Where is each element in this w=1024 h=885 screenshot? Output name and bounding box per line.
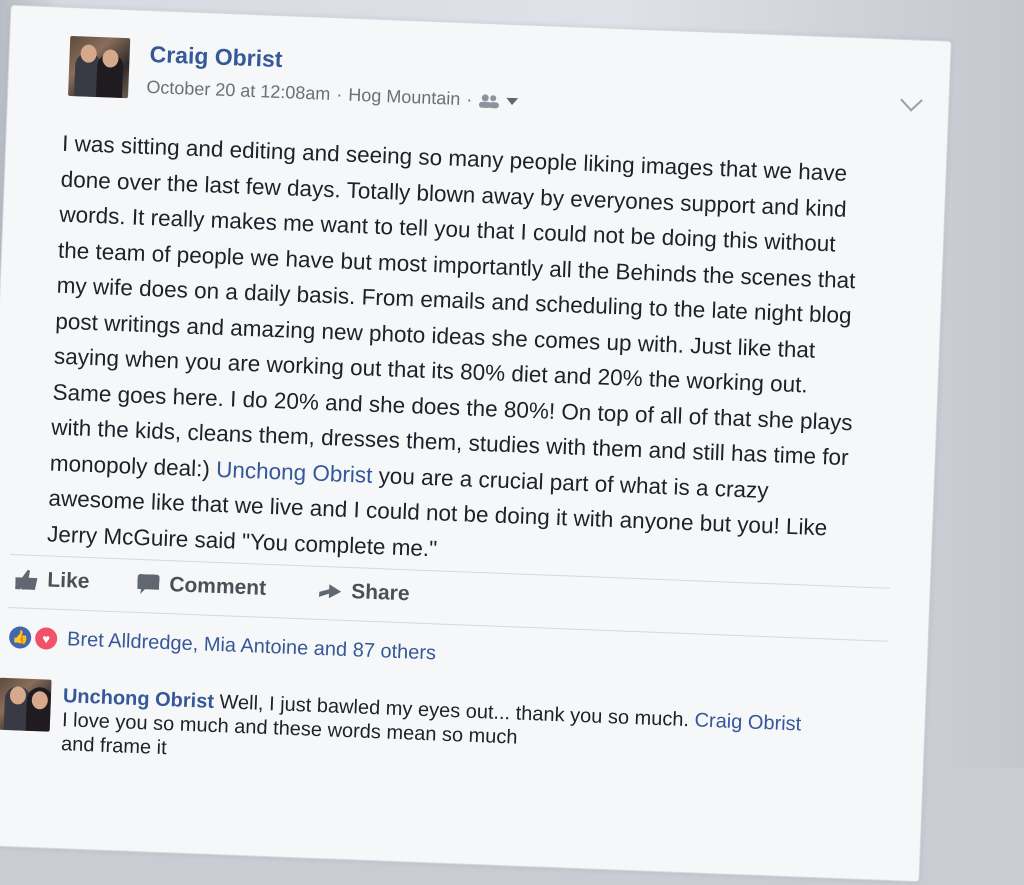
post-meta: October 20 at 12:08am · Hog Mountain · <box>146 77 519 112</box>
like-reaction-icon: 👍 <box>6 623 34 651</box>
comment-icon <box>137 574 160 595</box>
share-button[interactable]: Share <box>319 579 410 606</box>
dropdown-caret-icon[interactable] <box>506 97 519 105</box>
love-reaction-icon: ♥ <box>32 624 60 652</box>
post-card: Craig Obrist October 20 at 12:08am · Hog… <box>0 4 952 883</box>
post-body: I was sitting and editing and seeing so … <box>47 126 903 584</box>
chevron-down-icon[interactable] <box>900 88 923 112</box>
feed-stage: Craig Obrist October 20 at 12:08am · Hog… <box>0 0 1024 883</box>
audience-friends-icon[interactable] <box>478 92 501 109</box>
mention-link[interactable]: Unchong Obrist <box>216 456 373 487</box>
post-text-fragment: monopoly deal:) <box>49 449 217 482</box>
meta-separator: · <box>336 84 343 105</box>
share-icon <box>319 581 342 602</box>
comment-label: Comment <box>168 573 267 600</box>
reactions-summary[interactable]: Bret Alldredge, Mia Antoine and 87 other… <box>67 628 437 665</box>
author-avatar[interactable] <box>68 35 131 99</box>
share-label: Share <box>350 580 410 606</box>
commenter-avatar[interactable] <box>0 677 52 732</box>
like-button[interactable]: Like <box>15 567 90 594</box>
like-label: Like <box>46 568 90 594</box>
post-author-name[interactable]: Craig Obrist <box>149 41 283 73</box>
comment: Unchong Obrist Well, I just bawled my ey… <box>61 684 923 789</box>
like-icon <box>15 569 38 590</box>
comment-button[interactable]: Comment <box>137 572 267 601</box>
meta-separator: · <box>466 89 473 110</box>
post-location[interactable]: Hog Mountain <box>348 85 461 110</box>
comment-mention-link[interactable]: Craig Obrist <box>694 709 801 735</box>
reactions-row[interactable]: 👍 ♥ Bret Alldredge, Mia Antoine and 87 o… <box>6 623 437 666</box>
post-timestamp[interactable]: October 20 at 12:08am <box>146 77 331 105</box>
